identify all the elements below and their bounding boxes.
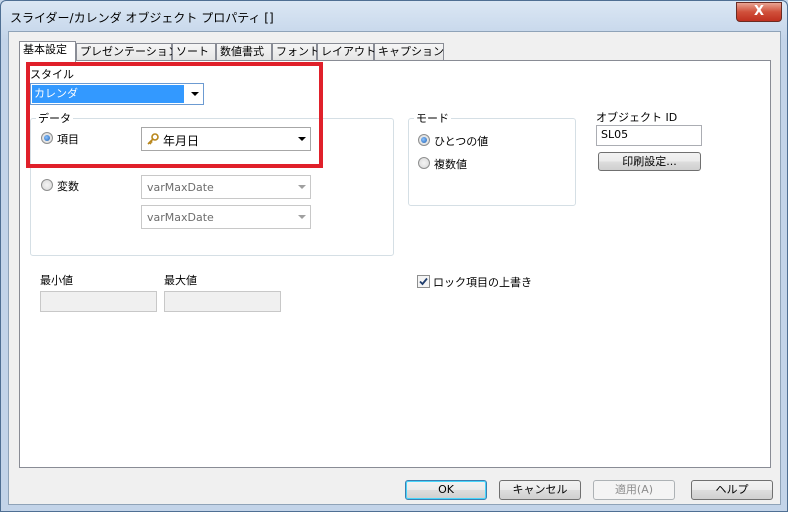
print-settings-button[interactable]: 印刷設定...	[598, 152, 701, 171]
min-input[interactable]	[40, 291, 157, 312]
max-input[interactable]	[164, 291, 281, 312]
mode-multi-radio[interactable]	[418, 157, 430, 169]
tab-sort[interactable]: ソート	[172, 43, 216, 61]
variable-select-2-value: varMaxDate	[147, 211, 214, 224]
tab-panel-basic: スタイル カレンダ データ 項目 年月日 変数 varMaxDate varMa…	[19, 60, 771, 468]
tab-layout[interactable]: レイアウト	[317, 43, 376, 61]
tab-number-format[interactable]: 数値書式	[216, 43, 272, 61]
close-button[interactable]: X	[736, 2, 782, 22]
variable-radio-label: 変数	[57, 180, 79, 193]
variable-select-1[interactable]: varMaxDate	[141, 175, 311, 199]
mode-single-radio[interactable]	[418, 134, 430, 146]
dialog-client: 基本設定 プレゼンテーション ソート 数値書式 フォント レイアウト キャプショ…	[8, 31, 781, 505]
highlight-box	[26, 62, 323, 168]
object-id-input[interactable]: SL05	[596, 125, 702, 146]
window-title: スライダー/カレンダ オブジェクト プロパティ []	[10, 11, 274, 25]
mode-group-label: モード	[414, 110, 451, 126]
mode-multi-label: 複数値	[434, 158, 467, 171]
checkmark-icon	[419, 277, 428, 286]
ok-button[interactable]: OK	[405, 480, 487, 500]
object-id-value: SL05	[601, 128, 629, 141]
variable-select-1-value: varMaxDate	[147, 181, 214, 194]
min-label: 最小値	[40, 274, 73, 287]
max-label: 最大値	[164, 274, 197, 287]
mode-single-label: ひとつの値	[434, 135, 489, 148]
tab-presentation[interactable]: プレゼンテーション	[76, 43, 179, 61]
chevron-down-icon	[298, 215, 306, 219]
tab-caption[interactable]: キャプション	[374, 43, 444, 61]
variable-radio[interactable]	[41, 179, 53, 191]
lock-override-checkbox[interactable]	[417, 275, 430, 288]
help-button[interactable]: ヘルプ	[691, 480, 773, 500]
lock-override-label: ロック項目の上書き	[433, 276, 532, 289]
variable-select-2[interactable]: varMaxDate	[141, 205, 311, 229]
chevron-down-icon	[298, 185, 306, 189]
cancel-button[interactable]: キャンセル	[499, 480, 581, 500]
dialog-window: スライダー/カレンダ オブジェクト プロパティ [] X 基本設定 プレゼンテー…	[0, 0, 788, 512]
title-bar: スライダー/カレンダ オブジェクト プロパティ [] X	[1, 1, 787, 31]
tab-basic[interactable]: 基本設定	[19, 41, 76, 62]
tab-font[interactable]: フォント	[272, 43, 320, 61]
apply-button[interactable]: 適用(A)	[593, 480, 675, 500]
object-id-label: オブジェクト ID	[596, 111, 678, 124]
